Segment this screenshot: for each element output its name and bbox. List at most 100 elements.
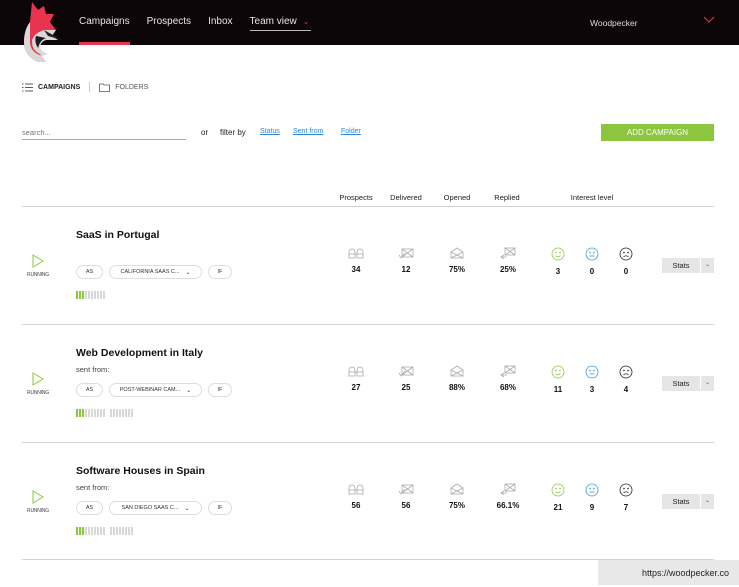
campaign-title[interactable]: Software Houses in Spain <box>76 465 205 477</box>
progress-step <box>119 409 121 417</box>
as-chip[interactable]: AS <box>76 501 103 515</box>
prospects-value: 34 <box>351 265 361 274</box>
replied-value: 25% <box>499 265 516 274</box>
stats-dropdown-toggle[interactable]: ⌄ <box>701 258 714 273</box>
delivered-icon <box>398 248 414 259</box>
filter-by-label: filter by <box>220 128 246 137</box>
filter-folder-link[interactable]: Folder <box>341 128 361 135</box>
chevron-down-icon: ⌄ <box>302 17 310 26</box>
prospects-icon <box>348 248 364 259</box>
prospects-value: 56 <box>351 501 361 510</box>
opened-envelope-icon <box>450 483 464 495</box>
filter-sent-from-link[interactable]: Sent from <box>293 128 323 135</box>
progress-step <box>76 527 78 535</box>
progress-step <box>79 409 81 417</box>
add-campaign-button[interactable]: ADD CAMPAIGN <box>601 124 714 141</box>
progress-step <box>119 527 121 535</box>
progress-step <box>85 409 87 417</box>
stats-dropdown-toggle[interactable]: ⌄ <box>701 494 714 509</box>
progress-step <box>113 527 115 535</box>
if-chip[interactable]: IF <box>208 265 232 279</box>
progress-step <box>91 527 93 535</box>
status-label: RUNNING <box>27 272 49 278</box>
chevron-down-icon: ⌄ <box>185 269 191 276</box>
search-input[interactable] <box>22 125 186 140</box>
if-chip[interactable]: IF <box>208 383 232 397</box>
progress-step <box>85 291 87 299</box>
stats-dropdown-toggle[interactable]: ⌄ <box>701 376 714 391</box>
replied-value: 68% <box>499 383 516 392</box>
stats-button[interactable]: Stats <box>662 494 700 509</box>
tab-divider <box>89 82 91 92</box>
delivered-value: 56 <box>401 501 411 510</box>
delivered-icon <box>398 366 414 377</box>
campaign-status[interactable]: RUNNING <box>22 490 54 514</box>
as-chip[interactable]: AS <box>76 265 103 279</box>
filter-status-link[interactable]: Status <box>260 128 280 135</box>
replied-metric: 66.1% <box>488 483 528 510</box>
campaign-row[interactable]: RUNNING SaaS in Portugal AS CALIFORNIA S… <box>22 207 714 325</box>
campaign-row[interactable]: RUNNING Web Development in Italy sent fr… <box>22 325 714 443</box>
col-delivered: Delivered <box>390 193 422 202</box>
progress-step <box>128 409 130 417</box>
campaign-chips: AS POST-WEBINAR CAM... ⌄ IF <box>76 383 238 397</box>
sent-from-label: sent from: <box>76 483 110 492</box>
campaign-title[interactable]: Web Development in Italy <box>76 347 203 359</box>
campaign-progress <box>76 527 134 535</box>
progress-step <box>82 409 84 417</box>
prospects-metric: 34 <box>336 247 376 274</box>
smiley-neutral-icon <box>585 365 599 379</box>
stats-button[interactable]: Stats <box>662 258 700 273</box>
campaign-progress <box>76 409 134 417</box>
interest-negative-value: 4 <box>623 385 629 394</box>
progress-step <box>110 409 112 417</box>
opened-value: 75% <box>448 501 465 510</box>
sender-chip[interactable]: CALIFORNIA SAAS C... ⌄ <box>109 265 202 279</box>
nav-campaigns[interactable]: Campaigns <box>79 0 130 45</box>
progress-step <box>103 527 105 535</box>
progress-step <box>116 409 118 417</box>
nav-team-view[interactable]: Team view ⌄ <box>249 14 312 31</box>
tab-campaigns[interactable]: CAMPAIGNS <box>22 83 80 92</box>
user-name[interactable]: Woodpecker <box>590 18 638 28</box>
campaign-title[interactable]: SaaS in Portugal <box>76 229 159 241</box>
progress-step <box>116 527 118 535</box>
folder-icon <box>99 83 111 92</box>
sender-chip[interactable]: POST-WEBINAR CAM... ⌄ <box>109 383 202 397</box>
smiley-sad-icon <box>619 365 633 379</box>
play-icon <box>32 254 44 268</box>
delivered-metric: 25 <box>386 365 426 392</box>
progress-step <box>100 291 102 299</box>
progress-step <box>91 291 93 299</box>
opened-metric: 75% <box>437 247 477 274</box>
campaign-status[interactable]: RUNNING <box>22 372 54 396</box>
smiley-sad-icon <box>619 483 633 497</box>
chevron-down-icon: ⌄ <box>186 387 192 394</box>
opened-metric: 75% <box>437 483 477 510</box>
nav-inbox[interactable]: Inbox <box>208 0 232 45</box>
nav-prospects[interactable]: Prospects <box>147 0 191 45</box>
campaign-status[interactable]: RUNNING <box>22 254 54 278</box>
interest-negative: 4 <box>606 365 646 394</box>
sender-chip[interactable]: SAN DIEGO SAAS C... ⌄ <box>109 501 202 515</box>
as-chip[interactable]: AS <box>76 383 103 397</box>
sent-from-label: sent from: <box>76 365 110 374</box>
view-tabs: CAMPAIGNS FOLDERS <box>22 82 148 92</box>
col-replied: Replied <box>494 193 520 202</box>
progress-step <box>85 527 87 535</box>
campaign-row[interactable]: RUNNING Software Houses in Spain sent fr… <box>22 443 714 561</box>
progress-step <box>97 527 99 535</box>
campaign-chips: AS CALIFORNIA SAAS C... ⌄ IF <box>76 265 238 279</box>
stats-button[interactable]: Stats <box>662 376 700 391</box>
delivered-icon <box>398 484 414 495</box>
chevron-down-icon[interactable] <box>703 14 715 24</box>
tab-folders[interactable]: FOLDERS <box>99 83 148 92</box>
delivered-metric: 12 <box>386 247 426 274</box>
interest-negative: 0 <box>606 247 646 276</box>
list-icon <box>22 83 33 91</box>
replied-metric: 25% <box>488 247 528 274</box>
woodpecker-logo[interactable] <box>18 0 62 62</box>
divider <box>22 442 714 443</box>
smiley-neutral-icon <box>585 247 599 261</box>
if-chip[interactable]: IF <box>208 501 232 515</box>
